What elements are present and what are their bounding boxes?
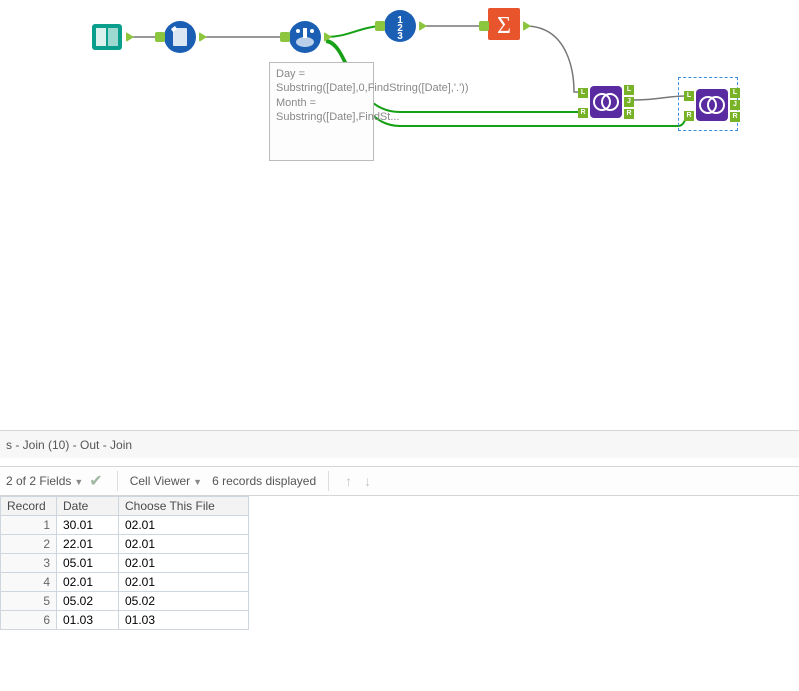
cell-record[interactable]: 2 (1, 535, 57, 554)
join-output-R[interactable]: R (730, 112, 740, 122)
separator (117, 471, 118, 491)
cell-date[interactable]: 05.02 (57, 592, 119, 611)
results-toolbar: 2 of 2 Fields▼ ✔ Cell Viewer▼ 6 records … (0, 466, 799, 496)
results-title-bar: s - Join (10) - Out - Join (0, 430, 799, 458)
chevron-down-icon: ▼ (193, 477, 202, 487)
fields-selector[interactable]: 2 of 2 Fields▼ (6, 474, 83, 488)
table-row[interactable]: 505.0205.02 (1, 592, 249, 611)
cell-record[interactable]: 4 (1, 573, 57, 592)
table-row[interactable]: 601.0301.03 (1, 611, 249, 630)
data-cleansing-tool[interactable] (163, 20, 197, 54)
cell-choose[interactable]: 01.03 (119, 611, 249, 630)
output-port[interactable] (419, 21, 427, 31)
join-tool[interactable] (589, 85, 623, 119)
join-output-J[interactable]: J (730, 100, 740, 110)
cell-choose[interactable]: 02.01 (119, 554, 249, 573)
column-header-choose[interactable]: Choose This File (119, 497, 249, 516)
cell-record[interactable]: 3 (1, 554, 57, 573)
cell-date[interactable]: 02.01 (57, 573, 119, 592)
table-row[interactable]: 130.0102.01 (1, 516, 249, 535)
cell-date[interactable]: 30.01 (57, 516, 119, 535)
column-header-date[interactable]: Date (57, 497, 119, 516)
join-output-R[interactable]: R (624, 109, 634, 119)
arrow-down-icon[interactable]: ↓ (360, 473, 375, 489)
join-tool-selected[interactable] (695, 88, 729, 122)
input-data-tool[interactable] (90, 20, 124, 54)
output-port[interactable] (199, 32, 207, 42)
input-port[interactable] (155, 32, 165, 42)
cell-date[interactable]: 01.03 (57, 611, 119, 630)
summarize-tool[interactable]: Σ (487, 7, 521, 41)
output-port[interactable] (523, 21, 531, 31)
join-port-L[interactable]: L (578, 88, 588, 98)
join-output-L[interactable]: L (624, 85, 634, 95)
cell-record[interactable]: 5 (1, 592, 57, 611)
cell-record[interactable]: 1 (1, 516, 57, 535)
arrow-up-icon[interactable]: ↑ (341, 473, 356, 489)
table-row[interactable]: 402.0102.01 (1, 573, 249, 592)
output-port[interactable] (324, 32, 332, 42)
column-header-record[interactable]: Record (1, 497, 57, 516)
cell-viewer-selector[interactable]: Cell Viewer▼ (130, 474, 202, 488)
cell-record[interactable]: 6 (1, 611, 57, 630)
cell-choose[interactable]: 02.01 (119, 573, 249, 592)
record-id-tool[interactable]: 123 (383, 9, 417, 43)
join-port-R[interactable]: R (578, 108, 588, 118)
separator (328, 471, 329, 491)
output-port[interactable] (126, 32, 134, 42)
input-port[interactable] (479, 21, 489, 31)
input-port[interactable] (280, 32, 290, 42)
join-port-L[interactable]: L (684, 91, 694, 101)
check-icon[interactable]: ✔ (89, 471, 102, 491)
cell-choose[interactable]: 02.01 (119, 516, 249, 535)
cell-choose[interactable]: 02.01 (119, 535, 249, 554)
table-row[interactable]: 305.0102.01 (1, 554, 249, 573)
records-count-label: 6 records displayed (212, 474, 316, 488)
join-output-L[interactable]: L (730, 88, 740, 98)
tool-annotation: Day = Substring([Date],0,FindString([Dat… (269, 62, 374, 161)
svg-text:Σ: Σ (497, 13, 511, 39)
cell-date[interactable]: 05.01 (57, 554, 119, 573)
join-port-R[interactable]: R (684, 111, 694, 121)
cell-date[interactable]: 22.01 (57, 535, 119, 554)
results-grid[interactable]: Record Date Choose This File 130.0102.01… (0, 496, 249, 630)
input-port[interactable] (375, 21, 385, 31)
join-output-J[interactable]: J (624, 97, 634, 107)
cell-choose[interactable]: 05.02 (119, 592, 249, 611)
workflow-canvas[interactable]: Day = Substring([Date],0,FindString([Dat… (0, 0, 799, 418)
results-title: s - Join (10) - Out - Join (6, 438, 132, 452)
svg-text:3: 3 (397, 31, 403, 42)
chevron-down-icon: ▼ (74, 477, 83, 487)
formula-tool[interactable] (288, 20, 322, 54)
table-row[interactable]: 222.0102.01 (1, 535, 249, 554)
